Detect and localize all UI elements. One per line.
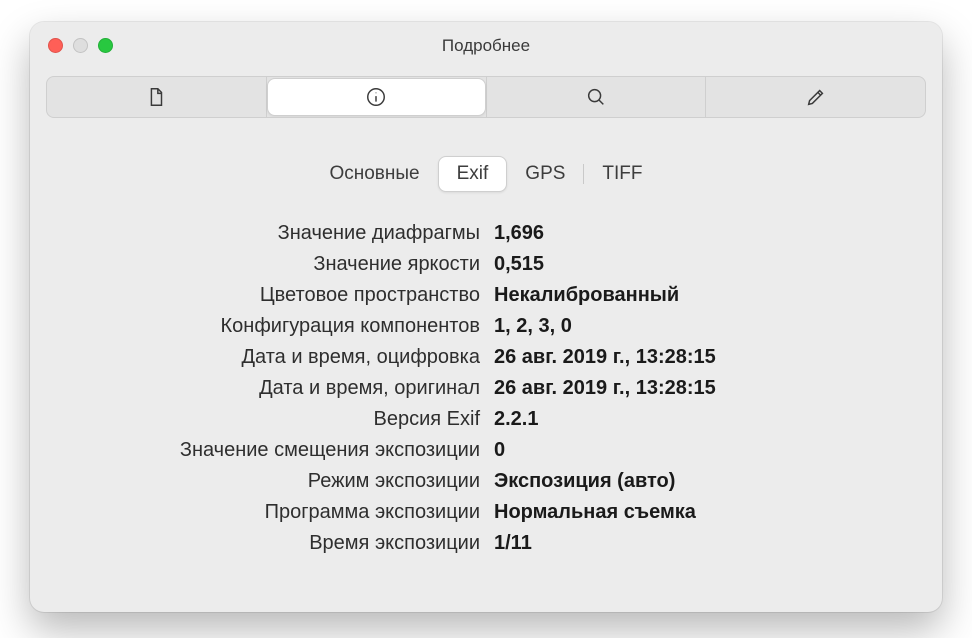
exif-rows: Значение диафрагмы 1,696 Значение яркост… xyxy=(60,222,912,555)
tab-file[interactable] xyxy=(47,77,267,117)
tab-info[interactable] xyxy=(267,77,487,117)
tab-edit[interactable] xyxy=(706,77,925,117)
zoom-button[interactable] xyxy=(98,38,113,53)
exif-value: 0,515 xyxy=(494,253,544,276)
exif-label: Версия Exif xyxy=(60,408,480,431)
subtab-exif[interactable]: Exif xyxy=(438,156,508,192)
exif-value: 1/11 xyxy=(494,532,532,555)
exif-row: Значение яркости 0,515 xyxy=(60,253,912,276)
exif-label: Значение смещения экспозиции xyxy=(60,439,480,462)
exif-label: Программа экспозиции xyxy=(60,501,480,524)
exif-value: 26 авг. 2019 г., 13:28:15 xyxy=(494,377,716,400)
subtab-general[interactable]: Основные xyxy=(311,157,437,191)
exif-value: 1, 2, 3, 0 xyxy=(494,315,572,338)
search-icon xyxy=(585,86,607,108)
exif-row: Значение диафрагмы 1,696 xyxy=(60,222,912,245)
exif-label: Дата и время, оцифровка xyxy=(60,346,480,369)
exif-row: Дата и время, оцифровка 26 авг. 2019 г.,… xyxy=(60,346,912,369)
exif-value: 2.2.1 xyxy=(494,408,538,431)
exif-row: Программа экспозиции Нормальная съемка xyxy=(60,501,912,524)
toolbar xyxy=(46,76,926,118)
window-title: Подробнее xyxy=(30,36,942,56)
exif-value: Нормальная съемка xyxy=(494,501,696,524)
info-icon xyxy=(365,86,387,108)
exif-label: Конфигурация компонентов xyxy=(60,315,480,338)
exif-label: Время экспозиции xyxy=(60,532,480,555)
exif-value: Экспозиция (авто) xyxy=(494,470,675,493)
exif-row: Значение смещения экспозиции 0 xyxy=(60,439,912,462)
exif-label: Дата и время, оригинал xyxy=(60,377,480,400)
subtabs: Основные Exif GPS TIFF xyxy=(60,156,912,192)
titlebar: Подробнее xyxy=(30,22,942,70)
exif-row: Цветовое пространство Некалиброванный xyxy=(60,284,912,307)
document-icon xyxy=(145,86,167,108)
exif-row: Конфигурация компонентов 1, 2, 3, 0 xyxy=(60,315,912,338)
toolbar-wrap xyxy=(30,70,942,128)
exif-label: Значение диафрагмы xyxy=(60,222,480,245)
exif-value: 26 авг. 2019 г., 13:28:15 xyxy=(494,346,716,369)
exif-value: 0 xyxy=(494,439,505,462)
pencil-icon xyxy=(805,86,827,108)
content: Основные Exif GPS TIFF Значение диафрагм… xyxy=(30,128,942,612)
exif-value: Некалиброванный xyxy=(494,284,679,307)
exif-row: Дата и время, оригинал 26 авг. 2019 г., … xyxy=(60,377,912,400)
tab-search[interactable] xyxy=(487,77,707,117)
subtab-tiff[interactable]: TIFF xyxy=(584,157,660,191)
exif-label: Значение яркости xyxy=(60,253,480,276)
minimize-button[interactable] xyxy=(73,38,88,53)
inspector-window: Подробнее xyxy=(30,22,942,612)
exif-row: Версия Exif 2.2.1 xyxy=(60,408,912,431)
close-button[interactable] xyxy=(48,38,63,53)
window-controls xyxy=(48,38,113,53)
exif-label: Цветовое пространство xyxy=(60,284,480,307)
exif-row: Время экспозиции 1/11 xyxy=(60,532,912,555)
exif-label: Режим экспозиции xyxy=(60,470,480,493)
subtab-gps[interactable]: GPS xyxy=(507,157,583,191)
exif-row: Режим экспозиции Экспозиция (авто) xyxy=(60,470,912,493)
exif-value: 1,696 xyxy=(494,222,544,245)
